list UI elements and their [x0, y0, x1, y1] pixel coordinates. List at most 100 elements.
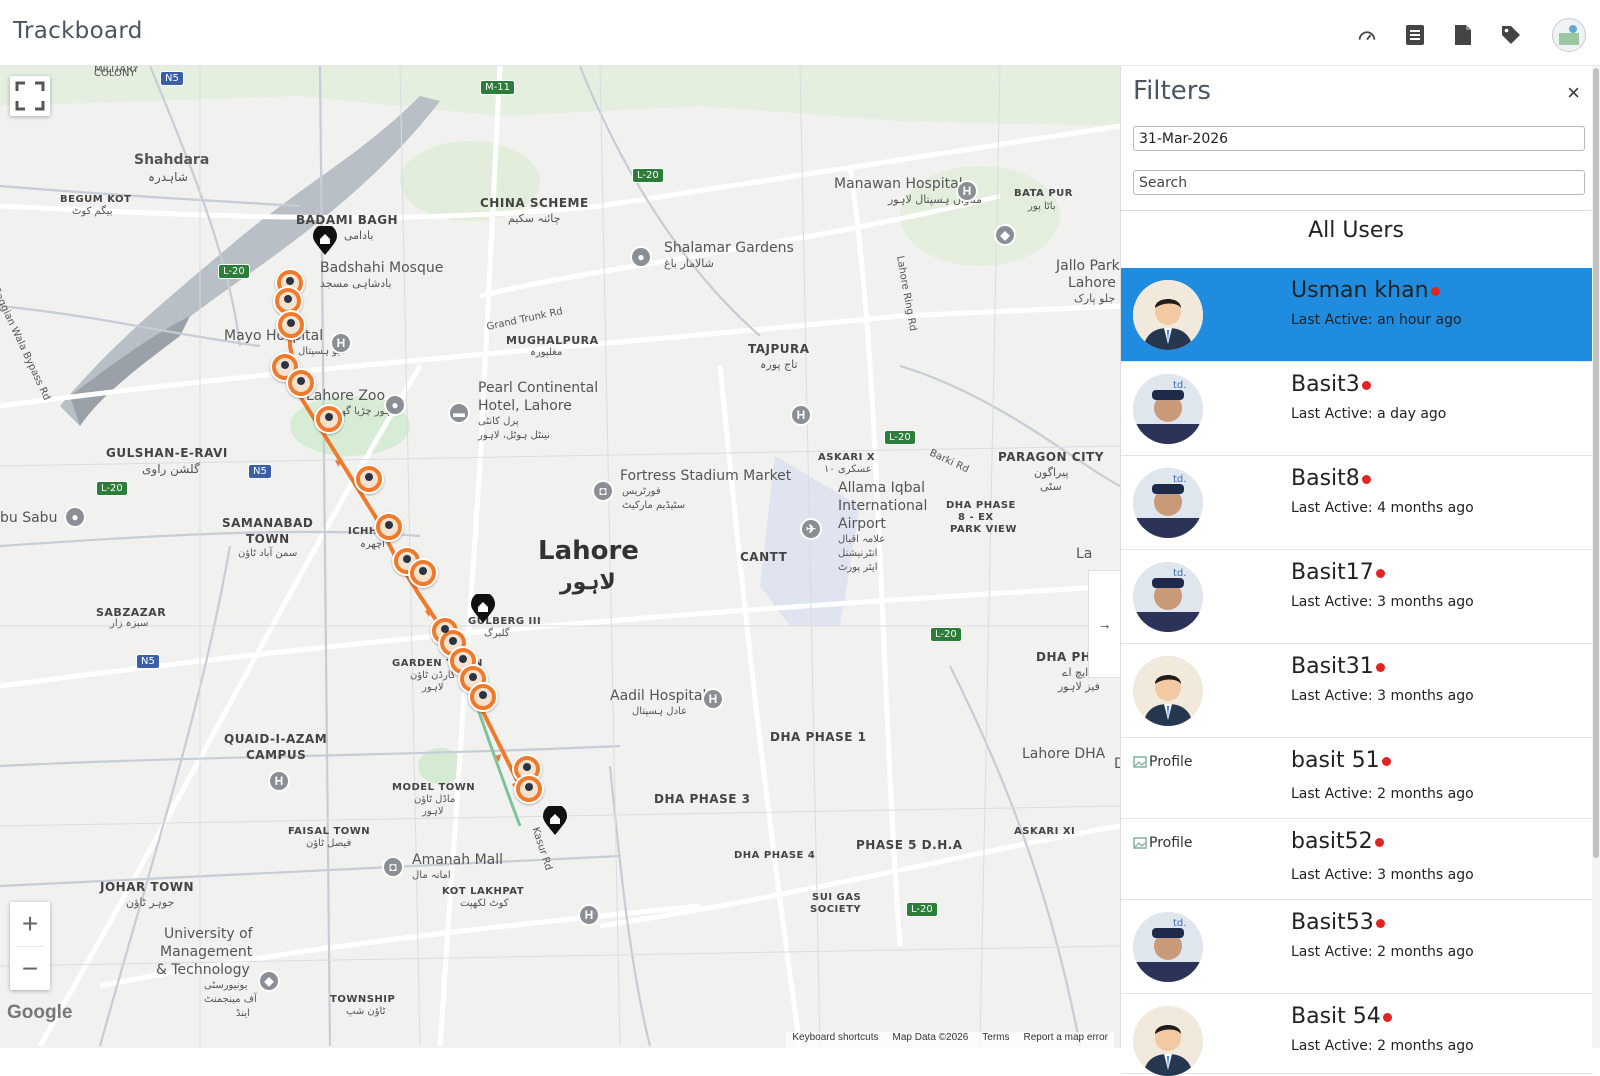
user-list: Usman khan Last Active: an hour ago td. Bas… — [1121, 268, 1593, 1076]
map-label: Pearl Continental — [478, 380, 599, 396]
route-marker[interactable] — [354, 464, 384, 494]
map-label: KOT LAKHPAT — [442, 886, 525, 897]
scrollbar-thumb[interactable] — [1593, 68, 1599, 858]
list-icon[interactable] — [1402, 22, 1428, 48]
profile-image-broken: Profile — [1133, 754, 1193, 770]
map-label: SOCIETY — [810, 904, 862, 915]
user-row[interactable]: td. Basit17 Last Active: 3 months ago — [1121, 550, 1593, 644]
tag-icon[interactable] — [1498, 22, 1524, 48]
map-label: جلو پارک — [1074, 292, 1116, 305]
road-badge: M-11 — [480, 80, 515, 95]
status-dot — [1361, 380, 1371, 390]
mall-icon[interactable]: ◘ — [382, 856, 404, 878]
route-marker[interactable] — [286, 368, 316, 398]
scrollbar[interactable] — [1592, 66, 1600, 1048]
svg-text:td.: td. — [1173, 568, 1186, 579]
user-name: Basit8 — [1291, 466, 1371, 491]
user-row[interactable]: td. Basit3 Last Active: a day ago — [1121, 362, 1593, 456]
hospital-icon[interactable]: H — [956, 180, 978, 202]
close-icon[interactable]: × — [1567, 80, 1580, 106]
top-icons — [1354, 18, 1586, 52]
route-marker[interactable] — [408, 558, 438, 588]
map-label: گارڈن ٹاؤن — [410, 670, 456, 681]
landmark-icon[interactable]: ● — [630, 246, 652, 268]
route-marker[interactable] — [314, 404, 344, 434]
road-badge: N5 — [136, 654, 160, 669]
user-name: Basit17 — [1291, 560, 1385, 585]
status-dot — [1375, 568, 1385, 578]
map-label: عسکری ۱۰ — [824, 464, 872, 475]
user-row[interactable]: Profile basit 51 Last Active: 2 months ago — [1121, 738, 1593, 819]
home-pin-icon[interactable] — [542, 806, 568, 836]
hotel-icon[interactable]: ▬ — [448, 402, 470, 424]
map-label: DHA PHASE 1 — [770, 730, 867, 744]
date-field[interactable] — [1133, 126, 1585, 151]
divider — [1121, 210, 1591, 211]
document-icon[interactable] — [1450, 22, 1476, 48]
school-icon[interactable]: ◆ — [994, 224, 1016, 246]
hospital-icon[interactable]: H — [702, 688, 724, 710]
status-dot — [1361, 474, 1371, 484]
route-marker[interactable] — [514, 774, 544, 804]
fullscreen-button[interactable] — [10, 76, 50, 116]
terms-link[interactable]: Terms — [982, 1032, 1009, 1048]
route-marker[interactable] — [276, 310, 306, 340]
hospital-icon[interactable]: H — [790, 404, 812, 426]
filters-title: Filters — [1133, 76, 1211, 106]
status-dot — [1374, 837, 1384, 847]
user-row[interactable]: Usman khan Last Active: an hour ago — [1121, 268, 1593, 362]
user-last-active: Last Active: 2 months ago — [1291, 944, 1474, 960]
user-row[interactable]: td. Basit53 Last Active: 2 months ago — [1121, 900, 1593, 994]
svg-text:td.: td. — [1173, 918, 1186, 929]
hospital-icon[interactable]: H — [330, 332, 352, 354]
keyboard-shortcuts-link[interactable]: Keyboard shortcuts — [792, 1032, 878, 1048]
road-badge: L-20 — [930, 627, 962, 642]
zoom-out-button[interactable]: − — [10, 947, 50, 991]
map-label: اچھرہ — [360, 539, 385, 550]
map-label: ماڈل ٹاؤن — [414, 794, 456, 805]
map-data-text: Map Data ©2026 — [892, 1032, 969, 1043]
map-label: Shahdara — [134, 152, 210, 168]
profile-avatar[interactable] — [1552, 18, 1586, 52]
collapse-panel-button[interactable]: → — [1088, 570, 1120, 678]
school-icon[interactable]: ◆ — [258, 970, 280, 992]
user-last-active: Last Active: an hour ago — [1291, 312, 1462, 328]
app-title: Trackboard — [13, 18, 143, 44]
report-map-error-link[interactable]: Report a map error — [1024, 1032, 1108, 1048]
airport-icon[interactable]: ✈ — [800, 518, 822, 540]
map-label: & Technology — [156, 962, 250, 978]
home-pin-icon[interactable] — [312, 226, 338, 256]
map-label: CANTT — [740, 550, 788, 564]
route-marker[interactable] — [374, 512, 404, 542]
search-input[interactable] — [1133, 170, 1585, 195]
zoom-in-button[interactable]: + — [10, 902, 50, 946]
map-label: علامہ اقبال — [838, 534, 886, 545]
hospital-icon[interactable]: H — [268, 770, 290, 792]
fullscreen-icon — [15, 81, 45, 111]
map-label: نینٹل ہوٹل، لاہور — [478, 430, 550, 441]
user-last-active: Last Active: a day ago — [1291, 406, 1447, 422]
map-label: Lahore DHA — [1022, 746, 1106, 762]
route-marker[interactable] — [468, 682, 498, 712]
user-row[interactable]: Basit 54 Last Active: 2 months ago — [1121, 994, 1593, 1076]
hospital-icon[interactable]: H — [578, 904, 600, 926]
map-view[interactable]: N5 M-11 L-20 L-20 N5 L-20 L-20 N5 L-20 L… — [0, 66, 1120, 1048]
top-bar: Trackboard — [0, 0, 1600, 66]
map-label: TOWNSHIP — [330, 994, 396, 1005]
user-row[interactable]: Basit31 Last Active: 3 months ago — [1121, 644, 1593, 738]
landmark-icon[interactable]: ● — [64, 506, 86, 528]
map-label: TOWN — [246, 532, 290, 546]
map-label: سٹیڈیم مارکیٹ — [622, 500, 686, 511]
shopping-icon[interactable]: ◘ — [592, 480, 614, 502]
user-photo: td. — [1133, 468, 1203, 538]
user-name: Basit31 — [1291, 654, 1385, 679]
speedometer-icon[interactable] — [1354, 22, 1380, 48]
map-label: Manawan Hospital — [834, 176, 963, 192]
map-label: تاج پورہ — [760, 358, 798, 371]
map-label: گلبرگ — [484, 628, 510, 639]
map-label: Airport — [838, 516, 886, 532]
user-row[interactable]: Profile basit52 Last Active: 3 months ago — [1121, 819, 1593, 900]
zoo-icon[interactable]: ● — [384, 394, 406, 416]
user-row[interactable]: td. Basit8 Last Active: 4 months ago — [1121, 456, 1593, 550]
home-pin-icon[interactable] — [470, 594, 496, 624]
